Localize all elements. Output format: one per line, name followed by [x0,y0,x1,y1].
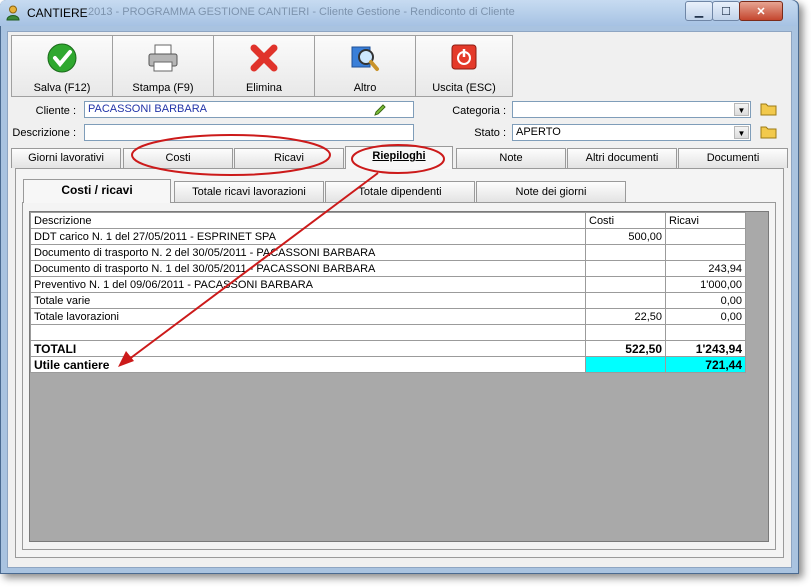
annotation-arrowhead [118,351,134,367]
annotation-overlay [118,134,445,367]
annotation-ellipse-riepiloghi [351,144,445,174]
annotation-arrow-line [127,172,379,361]
annotation-ellipse-costi-ricavi [131,134,331,176]
